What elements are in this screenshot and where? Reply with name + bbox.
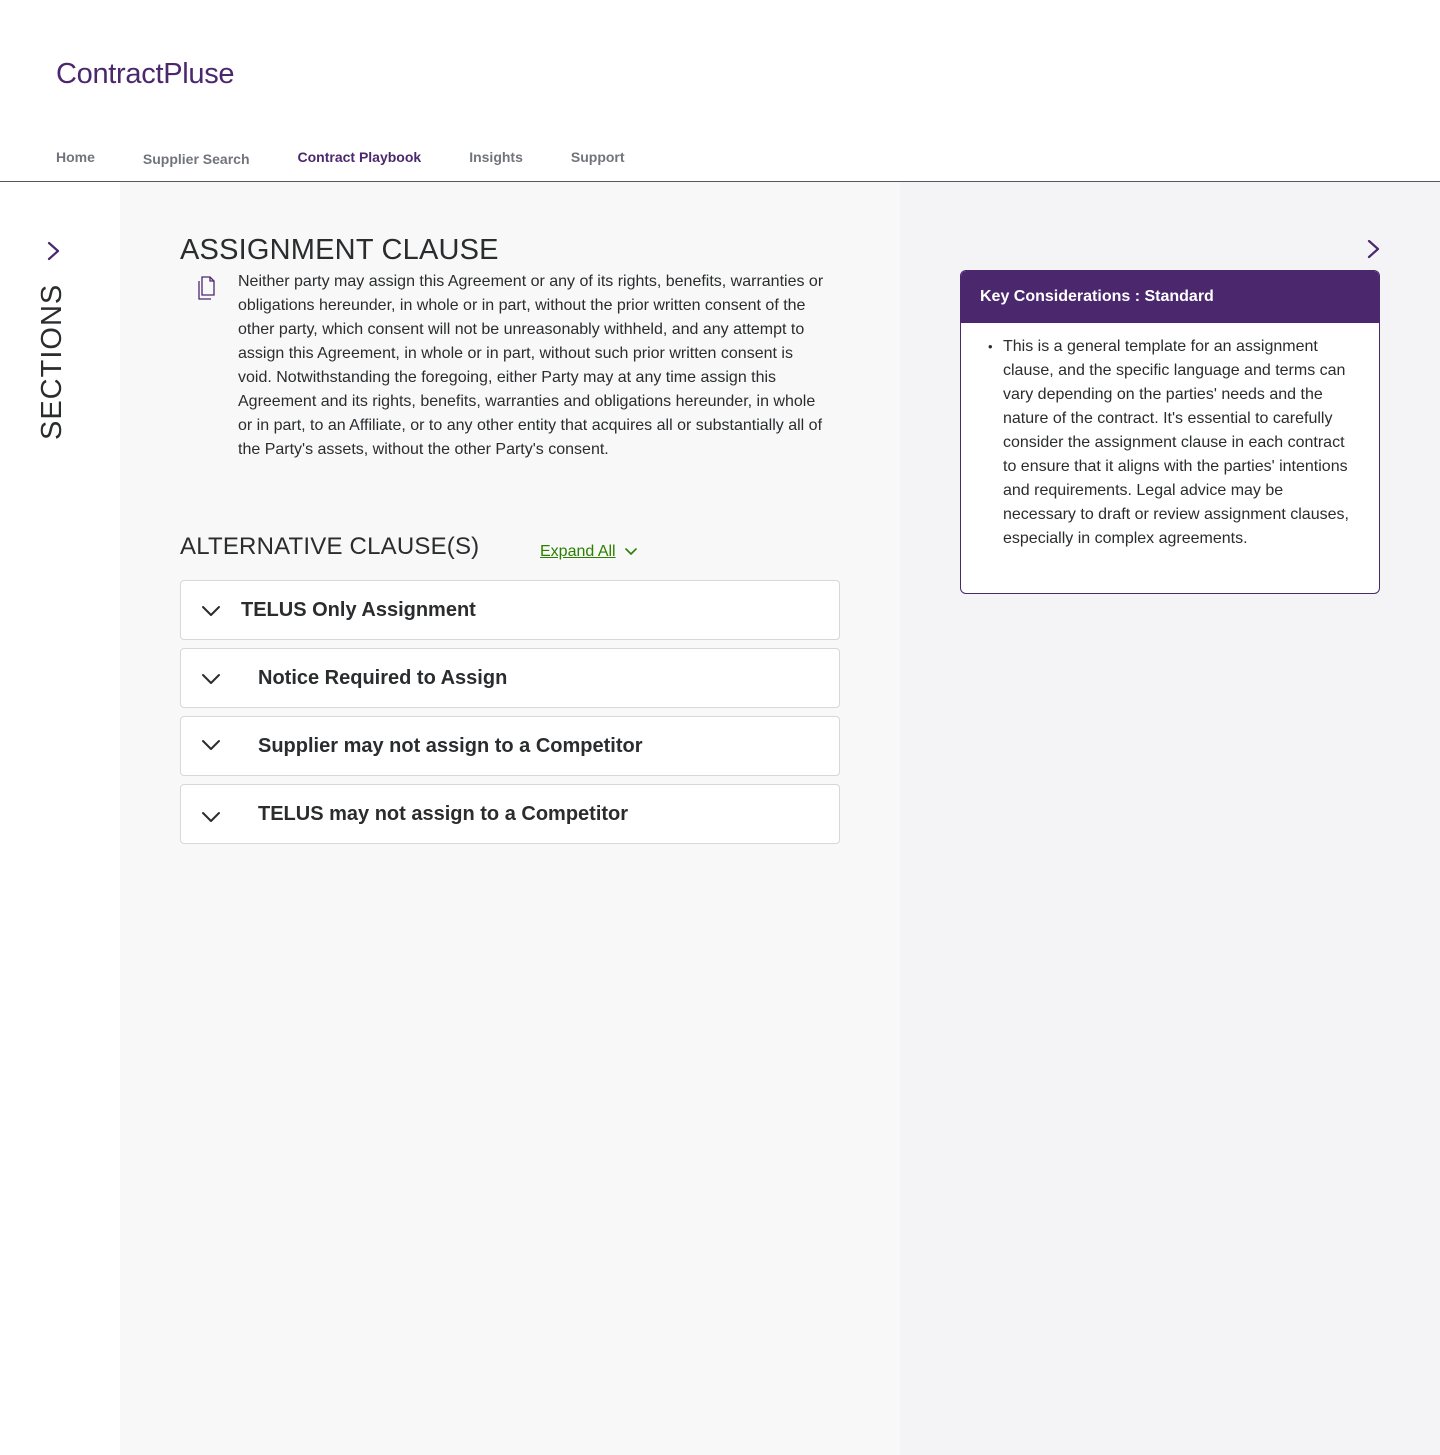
nav-item-insights[interactable]: Insights [469, 148, 523, 168]
nav-item-contract-playbook[interactable]: Contract Playbook [298, 148, 422, 168]
main-content: ASSIGNMENT CLAUSE Neither party may assi… [120, 182, 900, 1455]
key-consideration-bullet: This is a general template for an assign… [988, 335, 1353, 551]
chevron-down-icon [202, 606, 220, 616]
accordion-item-notice-required[interactable]: Notice Required to Assign [180, 648, 840, 708]
accordion-item-telus-only-assignment[interactable]: TELUS Only Assignment [180, 580, 840, 640]
chevron-down-icon [202, 674, 220, 684]
chevron-down-icon [202, 740, 220, 750]
sections-label: SECTIONS [36, 283, 68, 440]
accordion-label: Supplier may not assign to a Competitor [258, 735, 643, 757]
key-considerations-list: This is a general template for an assign… [988, 335, 1353, 551]
expand-all-label[interactable]: Expand All [540, 543, 616, 561]
expand-all-button[interactable]: Expand All [540, 543, 638, 561]
copy-icon[interactable] [196, 274, 218, 302]
alternative-clauses-title: ALTERNATIVE CLAUSE(S) [180, 533, 480, 560]
accordion-item-telus-competitor[interactable]: TELUS may not assign to a Competitor [180, 784, 840, 844]
key-considerations-body: This is a general template for an assign… [961, 323, 1379, 551]
accordion-label: TELUS Only Assignment [241, 599, 476, 621]
chevron-down-icon [624, 548, 637, 555]
key-considerations-panel: Key Considerations : Standard This is a … [900, 182, 1440, 1455]
app-header: ContractPluse Home Supplier Search Contr… [0, 0, 1440, 182]
accordion-item-supplier-competitor[interactable]: Supplier may not assign to a Competitor [180, 716, 840, 776]
chevron-right-icon[interactable] [1364, 238, 1382, 260]
chevron-down-icon [202, 812, 220, 822]
nav-item-home[interactable]: Home [56, 148, 95, 168]
nav-item-support[interactable]: Support [571, 148, 625, 168]
key-considerations-title: Key Considerations : Standard [961, 271, 1379, 323]
main-nav: Home Supplier Search Contract Playbook I… [56, 148, 673, 168]
sections-sidebar: SECTIONS [0, 182, 120, 1455]
app-logo[interactable]: ContractPluse [56, 58, 235, 91]
nav-item-supplier-search[interactable]: Supplier Search [143, 150, 250, 168]
accordion-label: TELUS may not assign to a Competitor [258, 803, 629, 825]
clause-text: Neither party may assign this Agreement … [238, 273, 824, 458]
chevron-right-icon[interactable] [44, 240, 62, 262]
accordion-label: Notice Required to Assign [258, 667, 508, 689]
key-considerations-card: Key Considerations : Standard This is a … [960, 270, 1380, 594]
clause-title: ASSIGNMENT CLAUSE [180, 234, 499, 266]
